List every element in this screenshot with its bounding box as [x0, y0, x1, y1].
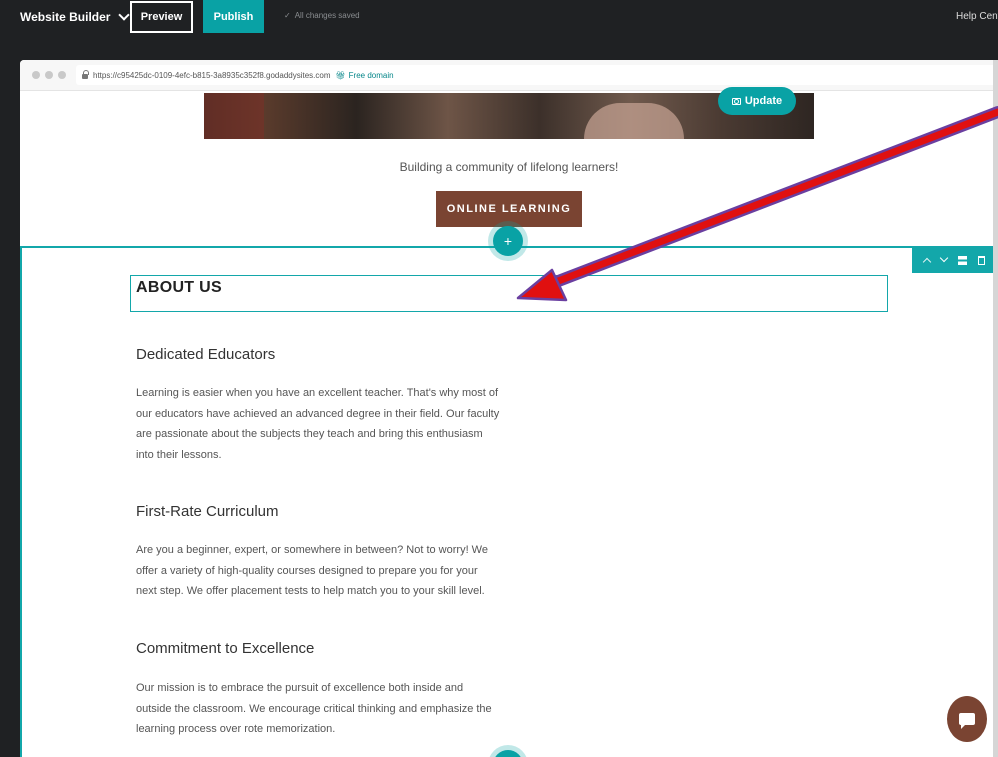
feature-heading[interactable]: Commitment to Excellence	[136, 640, 314, 657]
chat-button[interactable]	[947, 696, 987, 742]
chat-icon	[959, 713, 975, 729]
site-url: https://c95425dc-0109-4efc-b815-3a8935c3…	[93, 70, 331, 80]
url-field: https://c95425dc-0109-4efc-b815-3a8935c3…	[76, 65, 996, 85]
help-center-link[interactable]: Help Center	[956, 11, 998, 22]
camera-icon	[731, 97, 741, 105]
online-learning-button[interactable]: ONLINE LEARNING	[436, 191, 582, 227]
feature-heading[interactable]: First-Rate Curriculum	[136, 503, 279, 520]
window-dots	[32, 71, 66, 79]
hero-tagline: Building a community of lifelong learner…	[399, 160, 619, 174]
scrollbar[interactable]	[993, 60, 998, 757]
preview-button[interactable]: Preview	[130, 1, 193, 33]
save-status: ✓ All changes saved	[284, 11, 360, 20]
checkmark-icon: ✓	[284, 11, 291, 20]
trash-icon[interactable]	[977, 255, 985, 265]
save-status-label: All changes saved	[294, 11, 360, 20]
move-up-icon[interactable]	[922, 257, 931, 267]
chevron-down-icon	[118, 9, 131, 21]
add-section-button[interactable]: +	[493, 226, 523, 256]
free-domain-link[interactable]: 🎁︎ Free domain	[336, 71, 394, 80]
lock-icon	[82, 70, 89, 79]
update-label: Update	[744, 95, 783, 107]
feature-body[interactable]: Our mission is to embrace the pursuit of…	[136, 678, 500, 740]
free-domain-label: Free domain	[348, 70, 394, 80]
update-image-button[interactable]: Update	[718, 87, 796, 115]
browser-url-bar: https://c95425dc-0109-4efc-b815-3a8935c3…	[20, 60, 998, 91]
brand-label: Website Builder	[20, 10, 111, 24]
about-title-box[interactable]	[130, 275, 888, 312]
gift-icon: 🎁︎	[335, 70, 346, 80]
section-toolbar	[912, 247, 996, 273]
feature-body[interactable]: Learning is easier when you have an exce…	[136, 383, 500, 465]
layout-icon[interactable]	[957, 255, 967, 265]
editor-topbar: Website Builder Preview Publish ✓ All ch…	[0, 0, 998, 38]
move-down-icon[interactable]	[939, 253, 948, 263]
feature-body[interactable]: Are you a beginner, expert, or somewhere…	[136, 540, 500, 602]
site-preview-window: https://c95425dc-0109-4efc-b815-3a8935c3…	[20, 60, 998, 757]
website-builder-menu[interactable]: Website Builder	[20, 9, 131, 24]
about-title[interactable]: ABOUT US	[136, 279, 222, 297]
feature-heading[interactable]: Dedicated Educators	[136, 346, 275, 363]
publish-button[interactable]: Publish	[203, 0, 264, 33]
